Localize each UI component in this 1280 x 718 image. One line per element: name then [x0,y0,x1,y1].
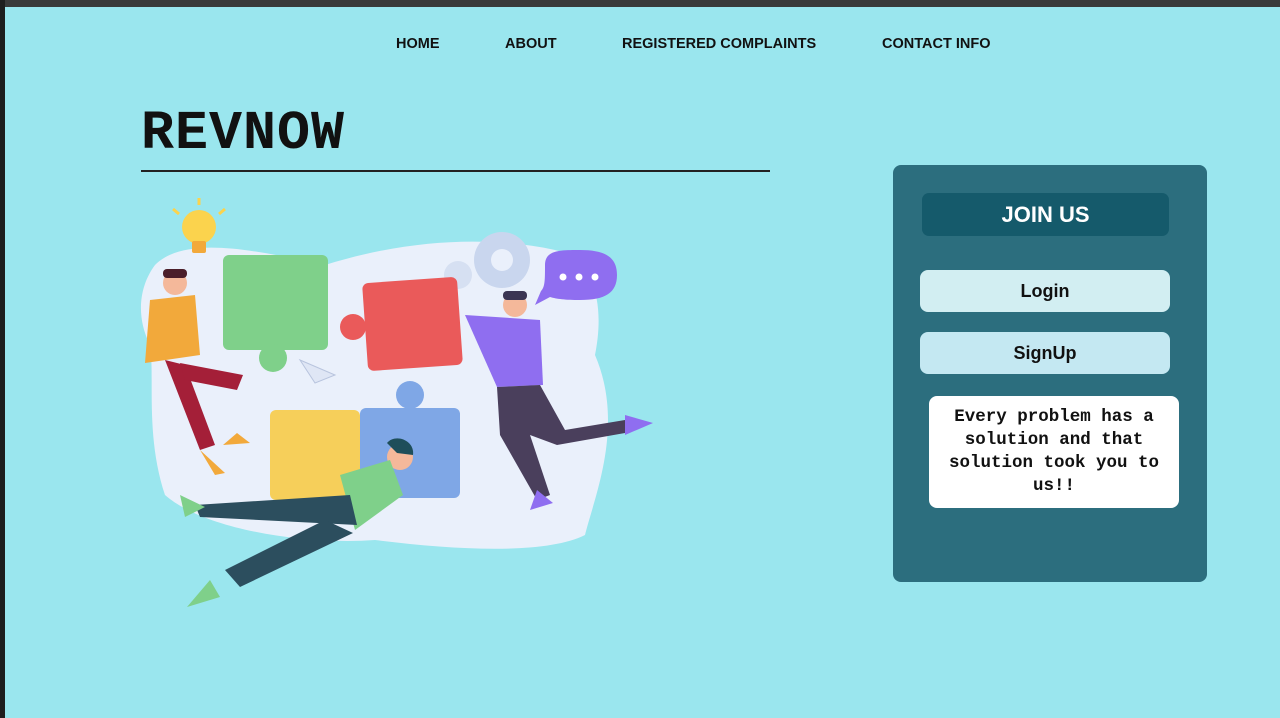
tagline-box: Every problem has a solution and that so… [929,396,1179,508]
window-top-bar [0,0,1280,7]
nav-contact-info-link[interactable]: CONTACT INFO [882,36,990,52]
window-left-edge [0,0,5,718]
main-navigation: HOME ABOUT REGISTERED COMPLAINTS CONTACT… [0,36,1280,56]
brand-underline [141,170,770,172]
join-us-panel: JOIN US Login SignUp Every problem has a… [893,165,1207,582]
login-button[interactable]: Login [920,270,1170,312]
nav-about-link[interactable]: ABOUT [505,36,557,52]
lightbulb-icon [172,198,226,253]
chat-bubble-icon [535,250,617,305]
nav-registered-complaints-link[interactable]: REGISTERED COMPLAINTS [622,36,816,52]
brand-title: REVNOW [141,102,346,165]
signup-button[interactable]: SignUp [920,332,1170,374]
teamwork-puzzle-illustration [140,198,653,607]
nav-home-link[interactable]: HOME [396,36,440,52]
join-us-heading: JOIN US [922,193,1169,236]
